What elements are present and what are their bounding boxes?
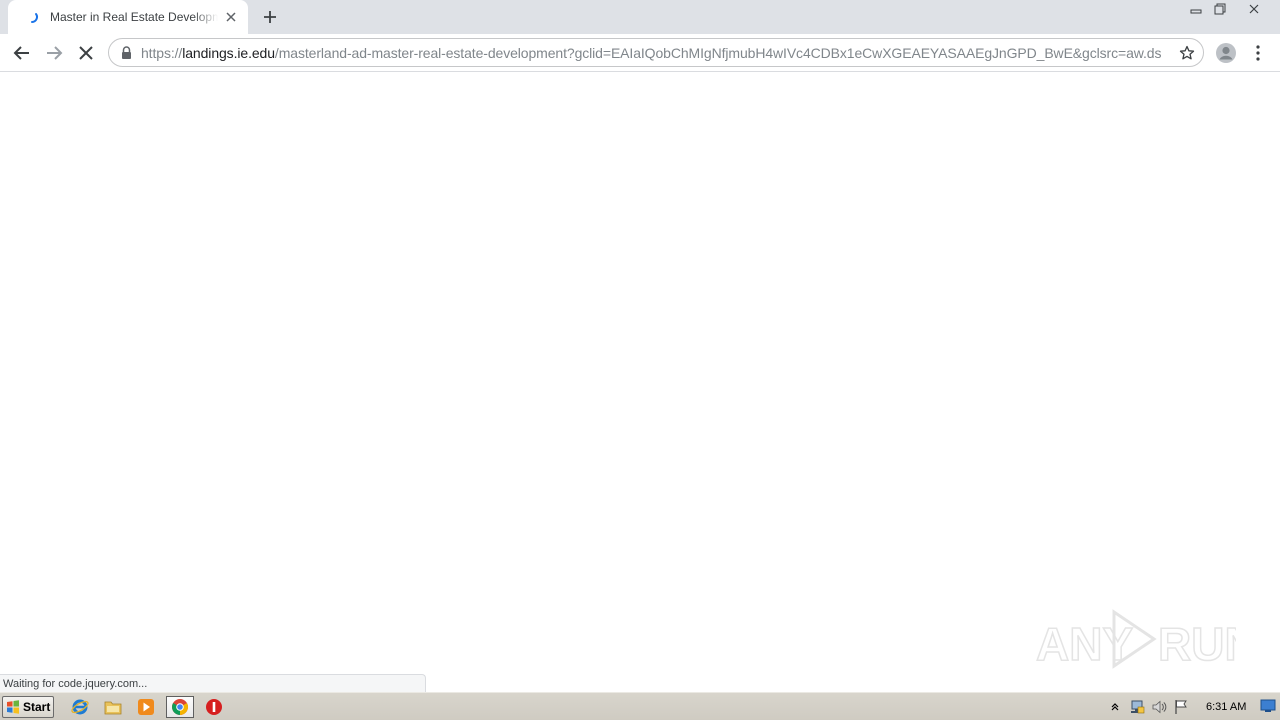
page-content — [0, 72, 1280, 692]
restore-icon — [1214, 3, 1226, 15]
start-label: Start — [23, 700, 51, 714]
url-text[interactable]: https://landings.ie.edu/masterland-ad-ma… — [141, 45, 1173, 61]
minimize-button[interactable] — [1184, 0, 1208, 18]
internet-explorer-icon — [71, 699, 89, 715]
taskbar-chrome[interactable] — [166, 696, 194, 718]
watermark-text-run: RUN — [1158, 618, 1236, 670]
stop-icon — [79, 46, 93, 60]
bookmark-star-icon[interactable] — [1173, 39, 1201, 67]
close-icon — [1249, 4, 1259, 14]
close-window-button[interactable] — [1242, 0, 1266, 18]
arrow-right-icon — [47, 46, 63, 60]
minimize-icon — [1190, 9, 1202, 14]
status-bubble: Waiting for code.jquery.com... — [0, 674, 426, 692]
red-warning-icon — [206, 699, 222, 715]
show-desktop-button[interactable] — [1258, 697, 1278, 715]
window-controls — [1180, 0, 1276, 18]
action-center-flag-icon[interactable] — [1170, 696, 1192, 718]
url-host: landings.ie.edu — [182, 44, 275, 61]
taskbar-stop-app[interactable] — [200, 696, 228, 718]
url-scheme: https:// — [141, 44, 183, 61]
tray-expand-icon[interactable] — [1104, 696, 1126, 718]
loading-spinner-icon — [31, 13, 38, 23]
new-tab-button[interactable] — [258, 6, 282, 28]
volume-icon[interactable] — [1148, 696, 1170, 718]
forward-button[interactable] — [40, 39, 68, 67]
plus-icon — [264, 11, 276, 23]
tab-strip: Master in Real Estate Development - IE — [0, 0, 1280, 34]
lock-icon[interactable] — [119, 46, 133, 60]
stop-loading-button[interactable] — [72, 39, 100, 67]
url-path: /masterland-ad-master-real-estate-develo… — [274, 44, 1162, 61]
tab-title: Master in Real Estate Development - IE — [50, 10, 218, 24]
system-tray: 6:31 AM — [1104, 696, 1280, 718]
desktop-icon — [1260, 699, 1276, 712]
taskbar-file-explorer[interactable] — [99, 696, 127, 718]
browser-toolbar: https://landings.ie.edu/masterland-ad-ma… — [0, 34, 1280, 72]
anyrun-watermark-logo: ANY RUN — [1036, 609, 1236, 671]
windows-taskbar: Start 6:31 AM — [0, 692, 1280, 720]
tab-close-icon[interactable] — [222, 8, 240, 26]
start-button[interactable]: Start — [2, 696, 54, 718]
taskbar-media-player[interactable] — [132, 696, 160, 718]
arrow-left-icon — [13, 46, 29, 60]
taskbar-internet-explorer[interactable] — [66, 696, 94, 718]
windows-logo-icon — [7, 700, 19, 714]
folder-icon — [104, 701, 122, 715]
back-button[interactable] — [8, 39, 36, 67]
address-bar[interactable]: https://landings.ie.edu/masterland-ad-ma… — [108, 38, 1204, 67]
network-icon[interactable] — [1126, 696, 1148, 718]
profile-avatar-icon[interactable] — [1212, 39, 1240, 67]
chrome-icon — [172, 699, 188, 715]
media-player-icon — [138, 699, 154, 715]
browser-tab[interactable]: Master in Real Estate Development - IE — [8, 0, 248, 34]
taskbar-clock[interactable]: 6:31 AM — [1206, 701, 1256, 713]
restore-button[interactable] — [1208, 0, 1232, 18]
browser-menu-icon[interactable] — [1246, 39, 1270, 67]
